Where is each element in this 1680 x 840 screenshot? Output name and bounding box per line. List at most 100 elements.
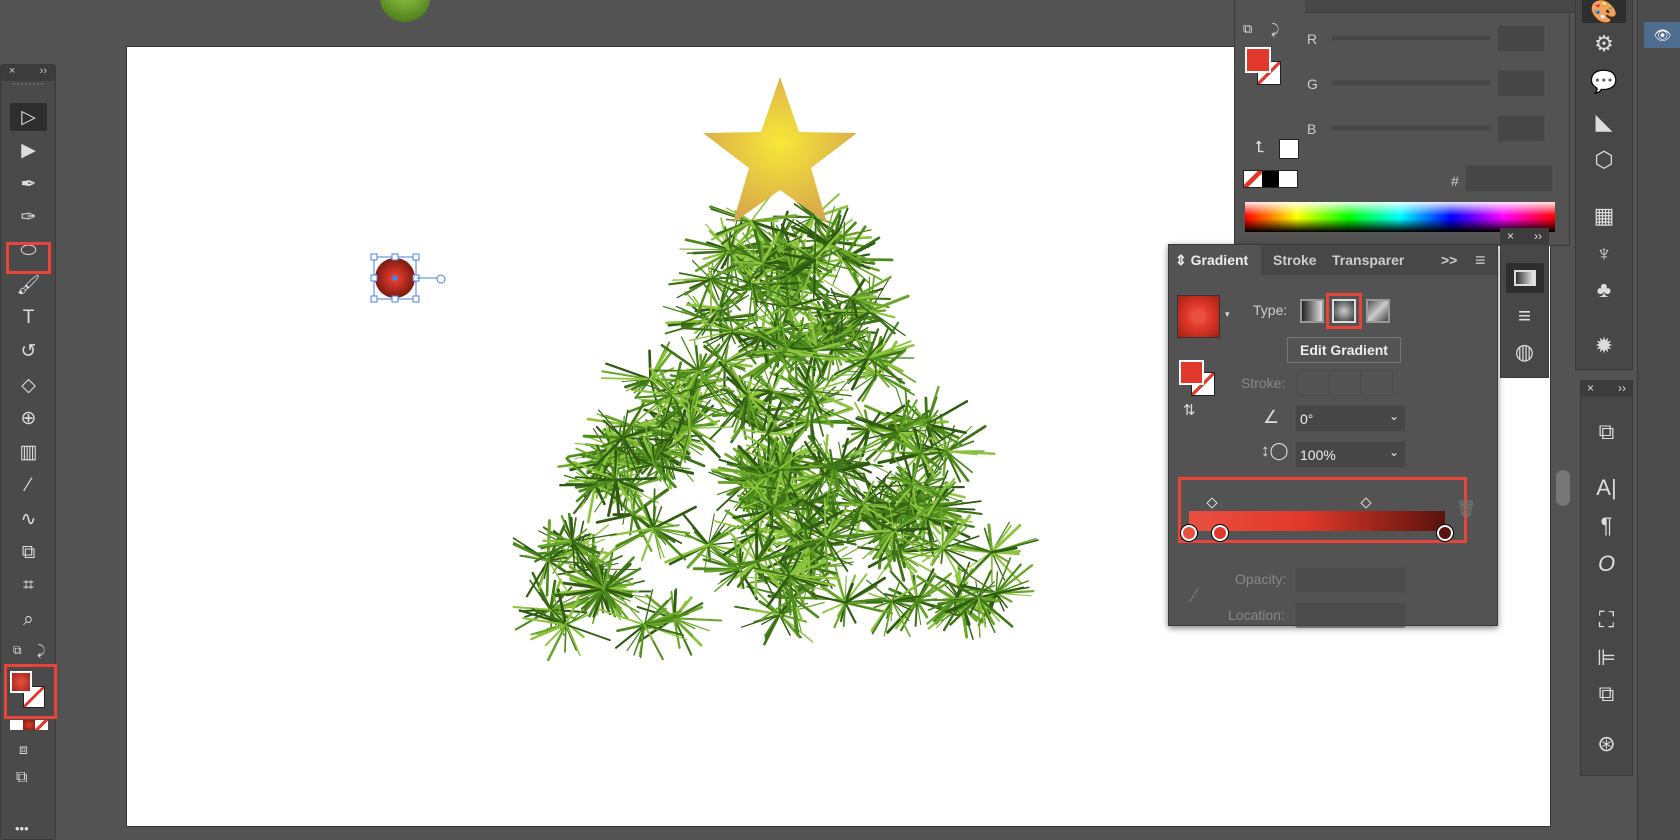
- rotate-tool[interactable]: ↺: [10, 338, 47, 366]
- tab-transparency[interactable]: Transparer: [1332, 245, 1404, 275]
- paragraph-icon[interactable]: ¶: [1581, 513, 1632, 539]
- chevron-down-icon[interactable]: ⌄: [1389, 409, 1399, 423]
- delete-stop-icon[interactable]: 🗑: [1456, 499, 1476, 519]
- r-input[interactable]: [1497, 25, 1545, 52]
- more-tools-icon[interactable]: •••: [15, 821, 29, 836]
- angle-input[interactable]: 0° ⌄: [1295, 405, 1406, 432]
- edit-gradient-button[interactable]: Edit Gradient: [1287, 337, 1401, 363]
- gradient-panel-tabbar: ⇕ Gradient Stroke Transparer >> ≡: [1169, 245, 1497, 275]
- fill-swatch[interactable]: [1245, 47, 1271, 73]
- expand-icon[interactable]: ››: [1534, 229, 1542, 245]
- pathfinder-icon[interactable]: ⧉: [1581, 681, 1632, 707]
- character-icon[interactable]: A|: [1581, 475, 1632, 501]
- tab-stroke[interactable]: Stroke: [1273, 245, 1317, 275]
- gradient-panel: ⇕ Gradient Stroke Transparer >> ≡ ▾ ⇅ Ty…: [1168, 244, 1498, 628]
- 3d-icon[interactable]: ⬡: [1576, 147, 1632, 173]
- ornament-selected[interactable]: [370, 253, 446, 303]
- gradient-tool[interactable]: ▥: [10, 438, 47, 466]
- angle-icon: ∠: [1263, 407, 1280, 427]
- gradient-stop[interactable]: [1437, 525, 1453, 541]
- paintbrush-tool[interactable]: 🖌: [10, 271, 47, 299]
- type-tool[interactable]: T: [10, 304, 47, 332]
- gradient-stop[interactable]: [1211, 525, 1228, 541]
- vertical-scrollbar[interactable]: [1556, 470, 1570, 506]
- stroke-gradient-options[interactable]: [1297, 370, 1393, 396]
- brushes-icon[interactable]: ♆: [1576, 241, 1632, 267]
- aspect-ratio-icon: ↕◯: [1261, 441, 1289, 460]
- panel-menu-icon[interactable]: ≡: [1475, 245, 1486, 275]
- gradient-preview-swatch[interactable]: [1177, 295, 1220, 338]
- hex-input[interactable]: [1465, 165, 1553, 192]
- reverse-gradient-icon[interactable]: ⇅: [1183, 401, 1196, 419]
- green-ornament[interactable]: [380, 0, 430, 22]
- swap-colors-icon[interactable]: ⤸: [1271, 21, 1279, 38]
- zoom-tool[interactable]: ⌕: [10, 606, 47, 634]
- layers-panel: 👁: [1637, 0, 1680, 840]
- eyedropper-tool[interactable]: ⁄: [10, 472, 47, 500]
- puppet-warp-tool[interactable]: ∿: [10, 505, 47, 533]
- pen-tool[interactable]: ✒: [10, 170, 47, 198]
- mini-panel: × ›› ≡ ◍: [1500, 228, 1549, 378]
- linear-gradient-button[interactable]: [1300, 299, 1324, 323]
- color-mode-buttons[interactable]: [10, 720, 49, 730]
- out-of-gamut-icon[interactable]: ⮤: [1255, 139, 1264, 157]
- draw-mode-icon[interactable]: ⧈: [19, 741, 28, 758]
- artboard-tool[interactable]: ⌗: [10, 572, 47, 600]
- eraser-tool[interactable]: ◇: [10, 371, 47, 399]
- gradient-panel-icon[interactable]: [1506, 263, 1544, 293]
- transparency-panel-icon[interactable]: ◍: [1501, 339, 1548, 365]
- g-input[interactable]: [1497, 70, 1545, 97]
- color-panel-tabs[interactable]: [1305, 0, 1575, 13]
- chevron-down-icon[interactable]: ⌄: [1389, 445, 1399, 459]
- close-icon[interactable]: ×: [9, 65, 15, 81]
- symbols-icon[interactable]: ♣: [1576, 277, 1632, 303]
- palette-icon[interactable]: 🎨: [1576, 0, 1632, 25]
- asset-export-icon[interactable]: ⧉: [1581, 419, 1632, 445]
- selection-tool[interactable]: ▷: [10, 103, 47, 131]
- location-input[interactable]: [1295, 602, 1406, 628]
- screen-mode-icon[interactable]: ⧉: [16, 769, 27, 787]
- gradient-dropdown-icon[interactable]: ▾: [1225, 309, 1230, 320]
- b-slider[interactable]: [1331, 125, 1491, 131]
- r-slider[interactable]: [1331, 35, 1491, 41]
- fill-swatch[interactable]: [1179, 360, 1204, 385]
- gradient-slider[interactable]: [1181, 497, 1453, 541]
- gradient-stop[interactable]: [1181, 525, 1197, 541]
- links-icon[interactable]: ⊛: [1581, 731, 1632, 757]
- overflow-icon[interactable]: >>: [1441, 245, 1457, 275]
- b-input[interactable]: [1497, 115, 1545, 142]
- curvature-tool[interactable]: ✑: [10, 204, 47, 232]
- stroke-panel-icon[interactable]: ≡: [1501, 303, 1548, 329]
- panel-grip[interactable]: [13, 83, 43, 89]
- shape-builder-tool[interactable]: ⊕: [10, 405, 47, 433]
- web-safe-swatch[interactable]: [1279, 139, 1299, 159]
- default-colors-icon[interactable]: ⧉: [13, 643, 22, 658]
- hex-label: #: [1451, 173, 1459, 189]
- star[interactable]: [703, 77, 857, 223]
- swap-colors-icon[interactable]: ⤸: [37, 642, 45, 659]
- freeform-gradient-button[interactable]: [1366, 299, 1390, 323]
- expand-icon[interactable]: ››: [40, 65, 47, 81]
- transform-icon[interactable]: ⛶: [1581, 607, 1632, 633]
- properties-icon[interactable]: ⚙: [1576, 31, 1632, 57]
- g-slider[interactable]: [1331, 80, 1491, 86]
- default-colors-icon[interactable]: ⧉: [1243, 21, 1252, 37]
- align-icon[interactable]: ⊫: [1581, 645, 1632, 671]
- swatches-icon[interactable]: ▦: [1576, 203, 1632, 229]
- opacity-input[interactable]: [1295, 567, 1406, 593]
- opentype-icon[interactable]: O: [1581, 551, 1632, 577]
- direct-selection-tool[interactable]: ▶: [10, 137, 47, 165]
- tab-gradient[interactable]: ⇕ Gradient: [1175, 245, 1248, 275]
- none-black-white-swatches[interactable]: [1243, 170, 1298, 188]
- close-icon[interactable]: ×: [1507, 229, 1514, 245]
- graphic-styles-icon[interactable]: ✹: [1576, 333, 1632, 359]
- color-guide-icon[interactable]: ◣: [1576, 109, 1632, 135]
- comments-icon[interactable]: 💬: [1576, 69, 1632, 95]
- fill-swatch[interactable]: [10, 671, 32, 693]
- eyedropper-icon[interactable]: ⁄: [1193, 585, 1196, 608]
- aspect-ratio-input[interactable]: 100% ⌄: [1295, 441, 1406, 468]
- expand-icon[interactable]: ››: [1618, 381, 1626, 397]
- visibility-eye-icon[interactable]: 👁: [1644, 22, 1680, 48]
- close-icon[interactable]: ×: [1587, 381, 1594, 397]
- blend-tool[interactable]: ⧉: [10, 539, 47, 567]
